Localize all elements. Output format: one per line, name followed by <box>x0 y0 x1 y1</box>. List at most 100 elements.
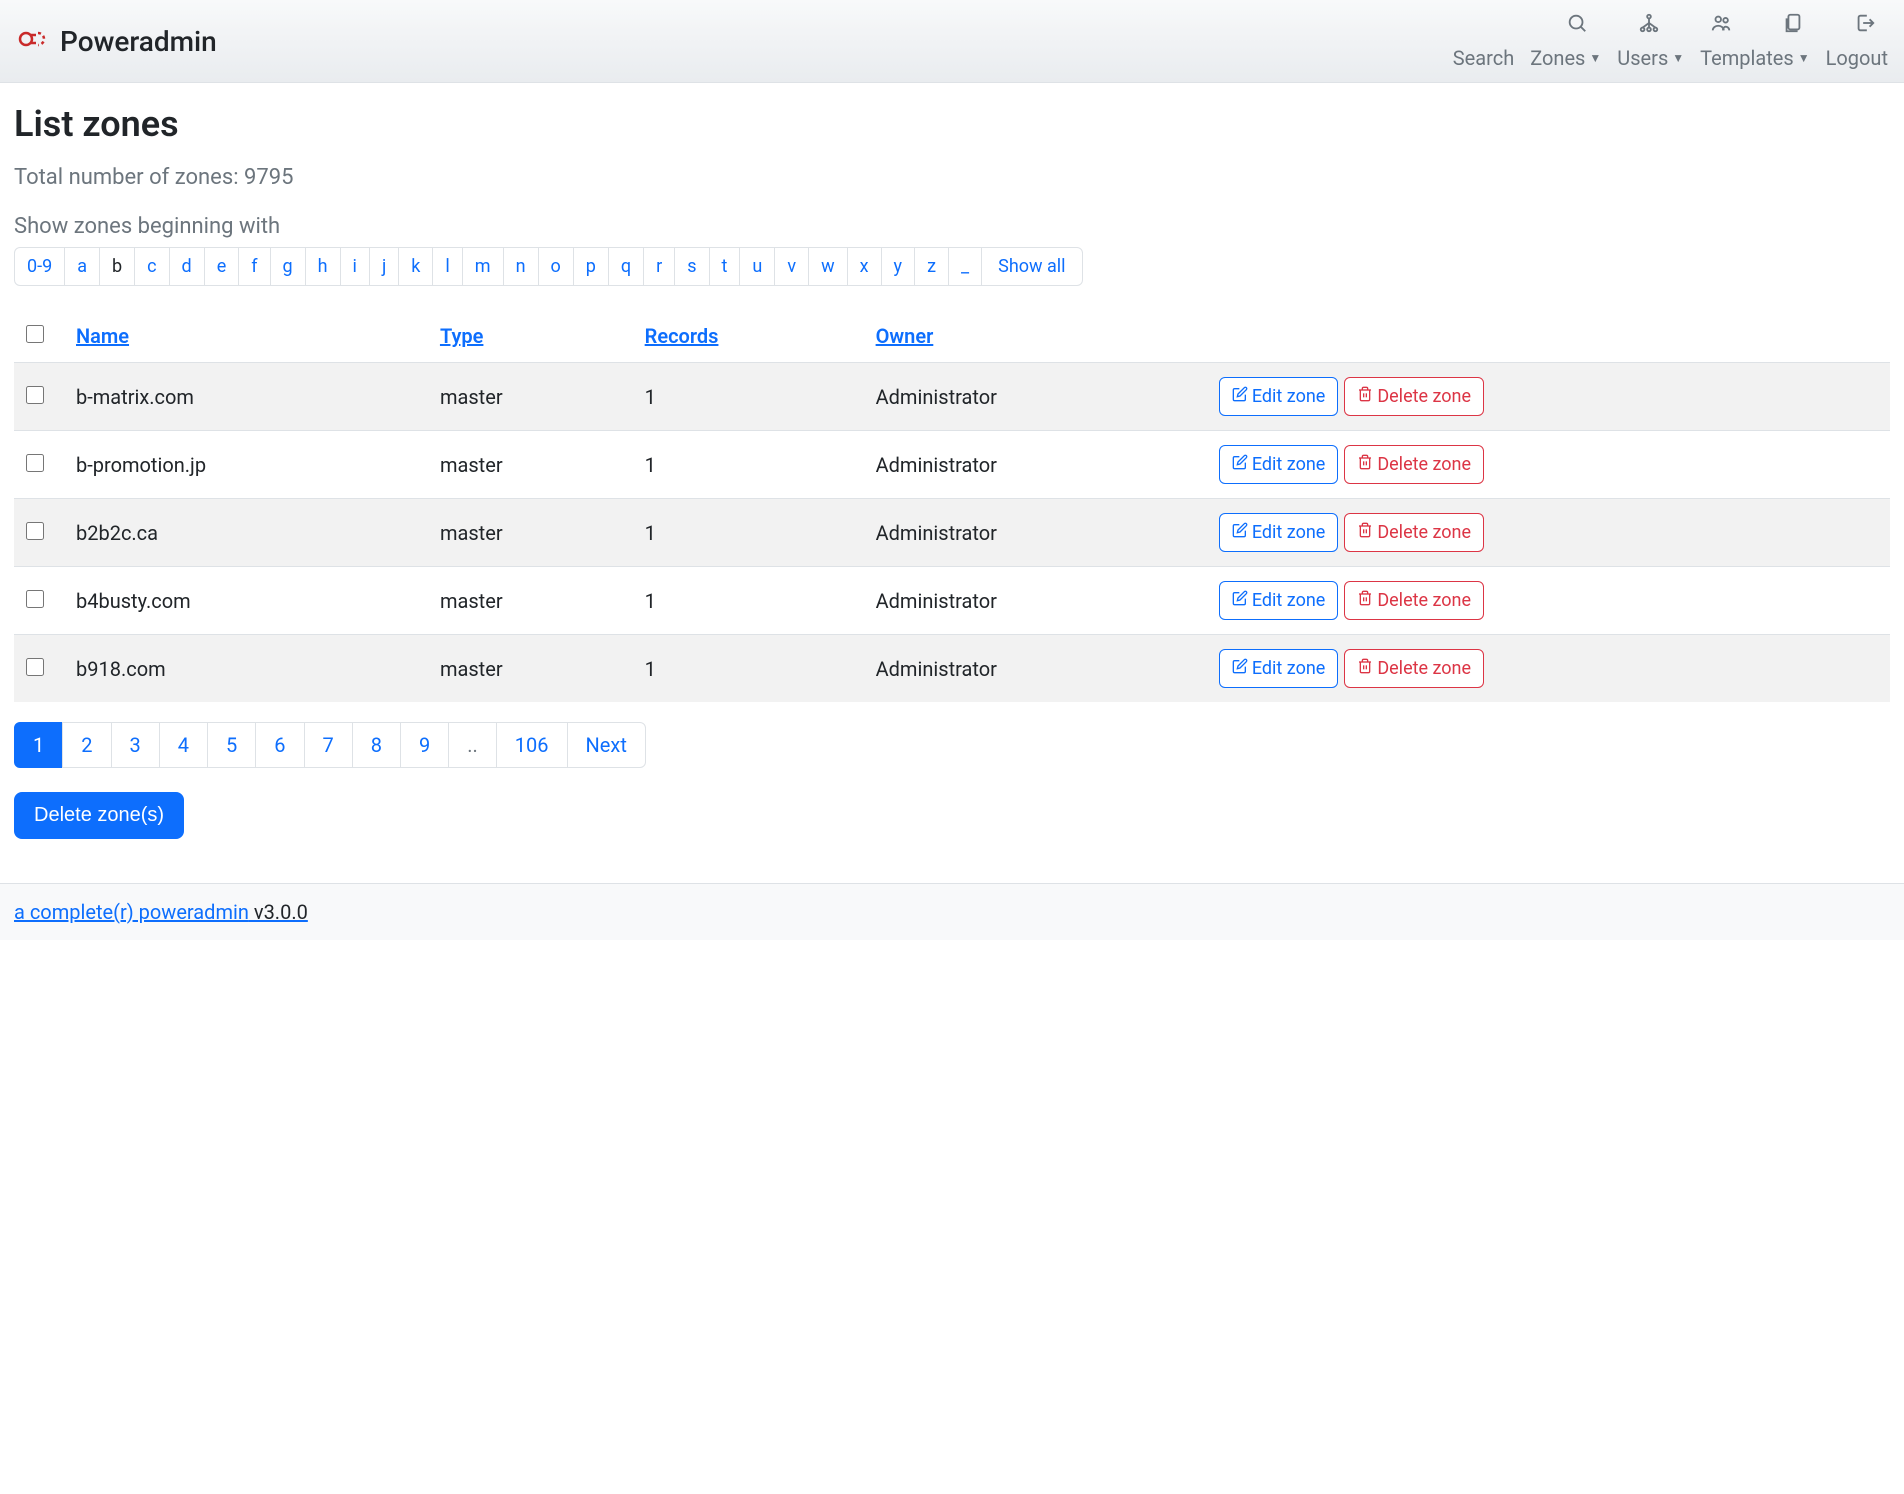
page-title: List zones <box>14 103 1890 145</box>
filter-u[interactable]: u <box>739 247 775 286</box>
zone-records: 1 <box>633 363 864 431</box>
page-2[interactable]: 2 <box>62 722 111 768</box>
filter-v[interactable]: v <box>774 247 809 286</box>
zone-owner: Administrator <box>864 431 1207 499</box>
nav-logout[interactable]: Logout <box>1826 46 1888 70</box>
filter-p[interactable]: p <box>573 247 609 286</box>
edit-icon <box>1232 658 1248 679</box>
header: Poweradmin Search Zones▼ Users▼ Template… <box>0 0 1904 83</box>
delete-zone-button[interactable]: Delete zone <box>1344 581 1484 620</box>
col-type-header[interactable]: Type <box>440 324 483 348</box>
logout-icon[interactable] <box>1854 12 1876 38</box>
page-7[interactable]: 7 <box>304 722 353 768</box>
filter-r[interactable]: r <box>643 247 675 286</box>
filter-j[interactable]: j <box>369 247 399 286</box>
filter-g[interactable]: g <box>270 247 306 286</box>
trash-icon <box>1357 386 1373 407</box>
page-4[interactable]: 4 <box>159 722 208 768</box>
filter-i[interactable]: i <box>340 247 370 286</box>
trash-icon <box>1357 658 1373 679</box>
page-5[interactable]: 5 <box>207 722 256 768</box>
col-name-header[interactable]: Name <box>76 324 129 348</box>
zone-name: b4busty.com <box>64 567 428 635</box>
zone-owner: Administrator <box>864 635 1207 703</box>
table-row: b2b2c.camaster1AdministratorEdit zoneDel… <box>14 499 1890 567</box>
table-row: b4busty.commaster1AdministratorEdit zone… <box>14 567 1890 635</box>
page-6[interactable]: 6 <box>255 722 304 768</box>
page-9[interactable]: 9 <box>400 722 449 768</box>
row-checkbox[interactable] <box>26 454 44 472</box>
search-icon[interactable] <box>1566 12 1588 38</box>
row-checkbox[interactable] <box>26 658 44 676</box>
users-icon[interactable] <box>1710 12 1732 38</box>
nav-zones[interactable]: Zones▼ <box>1530 46 1601 70</box>
page-next[interactable]: Next <box>567 722 646 768</box>
edit-zone-button[interactable]: Edit zone <box>1219 513 1339 552</box>
trash-icon <box>1357 522 1373 543</box>
filter-w[interactable]: w <box>808 247 848 286</box>
nav-users[interactable]: Users▼ <box>1617 46 1684 70</box>
page-last[interactable]: 106 <box>496 722 568 768</box>
nav-links: Search Zones▼ Users▼ Templates▼ Logout <box>1453 46 1888 70</box>
filter-0-9[interactable]: 0-9 <box>14 247 65 286</box>
col-records-header[interactable]: Records <box>645 324 719 348</box>
trash-icon <box>1357 590 1373 611</box>
filter-b[interactable]: b <box>99 247 135 286</box>
letter-filter: 0-9 a b c d e f g h i j k l m n o p q r … <box>14 247 1890 286</box>
brand[interactable]: Poweradmin <box>16 23 217 59</box>
filter-d[interactable]: d <box>169 247 205 286</box>
filter-k[interactable]: k <box>398 247 433 286</box>
zone-name: b918.com <box>64 635 428 703</box>
caret-down-icon: ▼ <box>1798 51 1810 65</box>
filter-label: Show zones beginning with <box>14 214 1890 239</box>
edit-zone-button[interactable]: Edit zone <box>1219 377 1339 416</box>
filter-l[interactable]: l <box>432 247 462 286</box>
filter-e[interactable]: e <box>204 247 240 286</box>
filter-show-all[interactable]: Show all <box>981 247 1082 286</box>
filter-q[interactable]: q <box>608 247 644 286</box>
zones-icon[interactable] <box>1638 12 1660 38</box>
footer: a complete(r) poweradmin v3.0.0 <box>0 883 1904 940</box>
zones-table: Name Type Records Owner b-matrix.commast… <box>14 310 1890 702</box>
delete-zone-button[interactable]: Delete zone <box>1344 445 1484 484</box>
table-row: b-promotion.jpmaster1AdministratorEdit z… <box>14 431 1890 499</box>
templates-icon[interactable] <box>1782 12 1804 38</box>
nav-search[interactable]: Search <box>1453 46 1514 70</box>
delete-zones-button[interactable]: Delete zone(s) <box>14 792 184 839</box>
page-8[interactable]: 8 <box>352 722 401 768</box>
select-all-checkbox[interactable] <box>26 325 44 343</box>
filter-h[interactable]: h <box>305 247 341 286</box>
row-checkbox[interactable] <box>26 590 44 608</box>
edit-icon <box>1232 522 1248 543</box>
delete-zone-button[interactable]: Delete zone <box>1344 377 1484 416</box>
delete-zone-button[interactable]: Delete zone <box>1344 513 1484 552</box>
table-row: b-matrix.commaster1AdministratorEdit zon… <box>14 363 1890 431</box>
filter-n[interactable]: n <box>503 247 539 286</box>
filter-c[interactable]: c <box>134 247 169 286</box>
caret-down-icon: ▼ <box>1672 51 1684 65</box>
zone-records: 1 <box>633 499 864 567</box>
filter-underscore[interactable]: _ <box>948 247 982 286</box>
filter-f[interactable]: f <box>238 247 270 286</box>
page-1[interactable]: 1 <box>14 722 63 768</box>
footer-link[interactable]: a complete(r) poweradmin v3.0.0 <box>14 900 308 924</box>
col-owner-header[interactable]: Owner <box>876 324 934 348</box>
page-3[interactable]: 3 <box>111 722 160 768</box>
edit-zone-button[interactable]: Edit zone <box>1219 581 1339 620</box>
filter-z[interactable]: z <box>914 247 949 286</box>
edit-zone-button[interactable]: Edit zone <box>1219 445 1339 484</box>
filter-x[interactable]: x <box>847 247 882 286</box>
nav-templates[interactable]: Templates▼ <box>1700 46 1809 70</box>
zone-name: b-promotion.jp <box>64 431 428 499</box>
filter-y[interactable]: y <box>881 247 916 286</box>
filter-s[interactable]: s <box>674 247 709 286</box>
delete-zone-button[interactable]: Delete zone <box>1344 649 1484 688</box>
filter-t[interactable]: t <box>709 247 741 286</box>
filter-m[interactable]: m <box>462 247 504 286</box>
filter-a[interactable]: a <box>64 247 100 286</box>
filter-o[interactable]: o <box>538 247 574 286</box>
edit-zone-button[interactable]: Edit zone <box>1219 649 1339 688</box>
row-checkbox[interactable] <box>26 522 44 540</box>
brand-name: Poweradmin <box>60 25 217 58</box>
row-checkbox[interactable] <box>26 386 44 404</box>
